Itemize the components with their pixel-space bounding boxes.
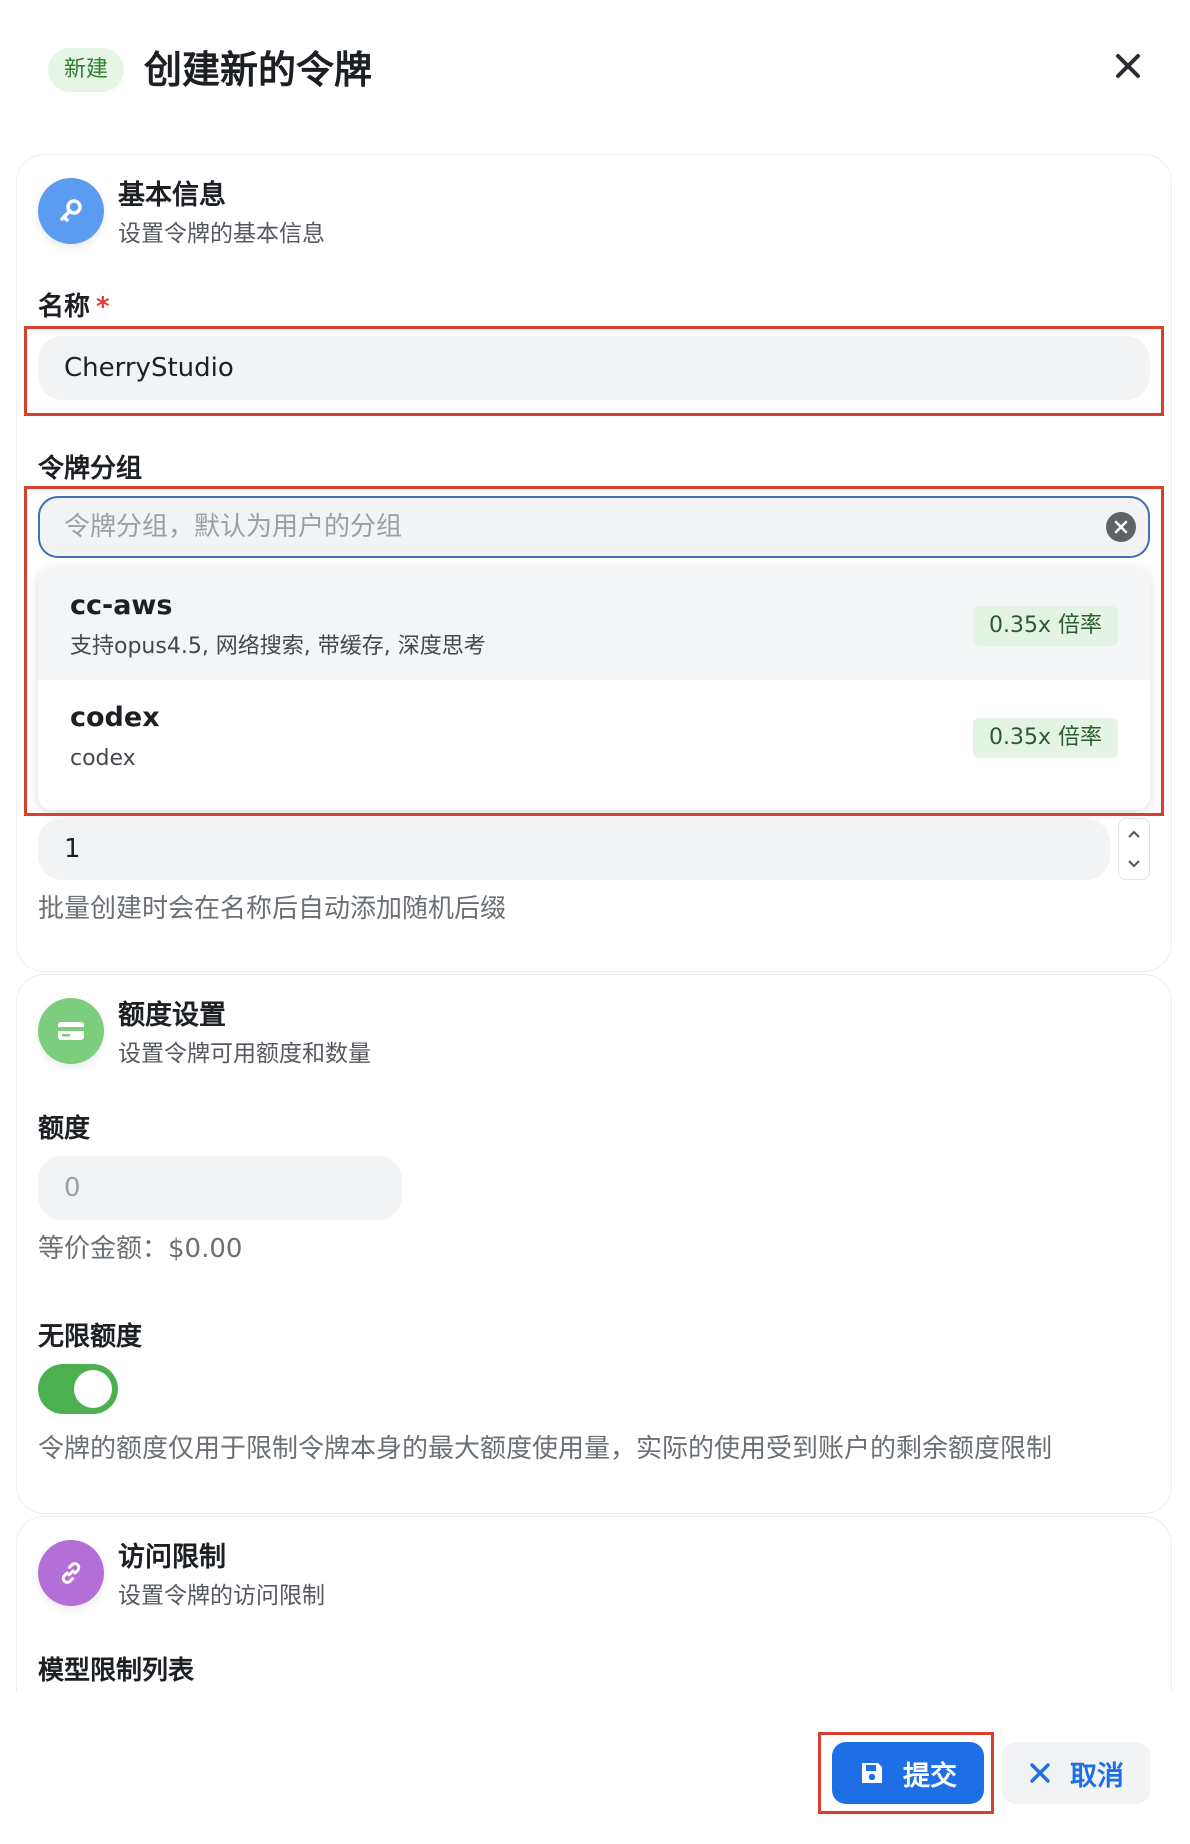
section-title: 访问限制	[118, 1542, 226, 1573]
new-badge: 新建	[48, 48, 125, 92]
quota-note: 令牌的额度仅用于限制令牌本身的最大额度使用量，实际的使用受到账户的剩余额度限制	[38, 1434, 1053, 1464]
required-mark: *	[96, 292, 110, 322]
equivalent-amount: 等价金额：$0.00	[38, 1234, 243, 1264]
highlight-box	[24, 326, 1164, 416]
key-icon	[38, 178, 104, 244]
group-label: 令牌分组	[38, 454, 143, 484]
cancel-label: 取消	[1070, 1760, 1124, 1792]
unlimited-toggle[interactable]	[38, 1364, 118, 1414]
section-title: 额度设置	[118, 1000, 226, 1031]
quota-label: 额度	[38, 1114, 91, 1144]
highlight-box	[24, 486, 1164, 816]
section-subtitle: 设置令牌可用额度和数量	[118, 1041, 371, 1067]
highlight-box	[818, 1732, 994, 1814]
toggle-knob	[74, 1370, 112, 1408]
increment-button[interactable]	[1119, 819, 1149, 849]
credit-card-icon	[38, 998, 104, 1064]
chevron-down-icon	[1128, 860, 1140, 868]
modal-header: 新建 创建新的令牌	[0, 0, 1190, 140]
unlimited-label: 无限额度	[38, 1322, 143, 1352]
count-input[interactable]: 1	[38, 818, 1110, 880]
model-list-label: 模型限制列表	[38, 1656, 195, 1686]
decrement-button[interactable]	[1119, 849, 1149, 879]
link-icon	[38, 1540, 104, 1606]
section-subtitle: 设置令牌的访问限制	[118, 1583, 325, 1609]
cancel-button[interactable]: 取消	[1002, 1742, 1150, 1804]
count-hint: 批量创建时会在名称后自动添加随机后缀	[38, 894, 507, 924]
quota-input[interactable]: 0	[38, 1156, 402, 1220]
count-stepper	[1118, 818, 1150, 880]
section-title: 基本信息	[118, 180, 226, 211]
close-icon	[1116, 54, 1140, 78]
name-label: 名称 *	[38, 292, 110, 322]
section-subtitle: 设置令牌的基本信息	[118, 221, 325, 247]
page-title: 创建新的令牌	[144, 48, 373, 92]
x-icon	[1030, 1763, 1050, 1783]
chevron-up-icon	[1128, 830, 1140, 838]
close-button[interactable]	[1108, 46, 1148, 86]
